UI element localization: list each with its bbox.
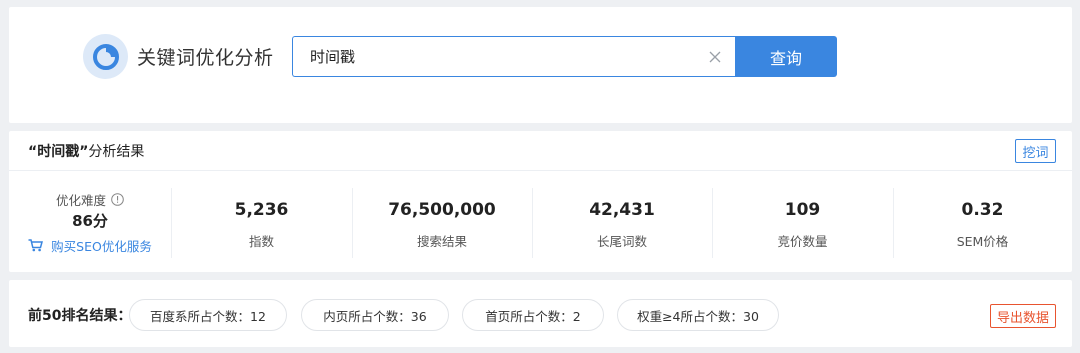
pill-home-page-count[interactable]: 首页所占个数：2 — [462, 299, 604, 331]
metric-label: 竞价数量 — [777, 234, 828, 249]
pill-inner-page-count[interactable]: 内页所占个数：36 — [301, 299, 449, 331]
metric-value: 0.32 — [961, 200, 1004, 220]
page-title: 关键词优化分析 — [137, 47, 274, 69]
metric-value: 109 — [784, 200, 821, 220]
metric-label: 指数 — [248, 234, 274, 249]
metric-value: 42,431 — [589, 200, 655, 220]
search-card: 关键词优化分析 查询 — [9, 7, 1072, 123]
metric-bid-count: 109 竞价数量 — [712, 188, 893, 258]
pie-chart-logo-icon — [83, 34, 128, 79]
metric-label: SEM价格 — [956, 234, 1009, 249]
metric-index: 5,236 指数 — [171, 188, 352, 258]
export-data-button[interactable]: 导出数据 — [990, 304, 1056, 328]
analysis-header: “时间戳”分析结果 挖词 — [9, 131, 1072, 171]
metric-label: 长尾词数 — [596, 234, 647, 249]
metric-search-results: 76,500,000 搜索结果 — [352, 188, 532, 258]
pill-weight-count[interactable]: 权重≥4所占个数：30 — [617, 299, 779, 331]
analysis-keyword: “时间戳” — [28, 143, 89, 160]
metrics-row: 优化难度 86分 购买SEO优化服务 5,236 指数 76,500,000 搜… — [9, 172, 1072, 272]
buy-seo-service-label: 购买SEO优化服务 — [51, 239, 152, 254]
metric-long-tail: 42,431 长尾词数 — [532, 188, 712, 258]
analysis-title-suffix: 分析结果 — [88, 143, 145, 160]
metric-label: 搜索结果 — [416, 234, 467, 249]
mine-words-button[interactable]: 挖词 — [1015, 139, 1056, 163]
difficulty-label-row: 优化难度 — [9, 190, 171, 209]
brand: 关键词优化分析 — [83, 34, 274, 79]
info-icon[interactable] — [111, 193, 124, 206]
query-button[interactable]: 查询 — [735, 36, 837, 77]
clear-icon[interactable] — [705, 47, 725, 67]
analysis-card: “时间戳”分析结果 挖词 优化难度 86分 购买SEO优化服务 5,236 指数… — [9, 131, 1072, 272]
search-input[interactable] — [293, 37, 693, 76]
top50-card: 前50排名结果： 百度系所占个数：12 内页所占个数：36 首页所占个数：2 权… — [9, 280, 1072, 347]
difficulty-label: 优化难度 — [55, 193, 106, 208]
metric-value: 76,500,000 — [388, 200, 496, 220]
metric-value: 5,236 — [234, 200, 289, 220]
metric-sem-price: 0.32 SEM价格 — [893, 188, 1072, 258]
buy-seo-service-link[interactable]: 购买SEO优化服务 — [9, 236, 171, 255]
pill-baidu-count[interactable]: 百度系所占个数：12 — [129, 299, 287, 331]
analysis-title: “时间戳”分析结果 — [28, 141, 144, 161]
difficulty-metric: 优化难度 86分 购买SEO优化服务 — [9, 188, 171, 258]
top50-label: 前50排名结果： — [28, 308, 132, 324]
difficulty-value: 86分 — [72, 212, 108, 230]
search-box — [292, 36, 735, 77]
cart-icon — [28, 239, 44, 252]
